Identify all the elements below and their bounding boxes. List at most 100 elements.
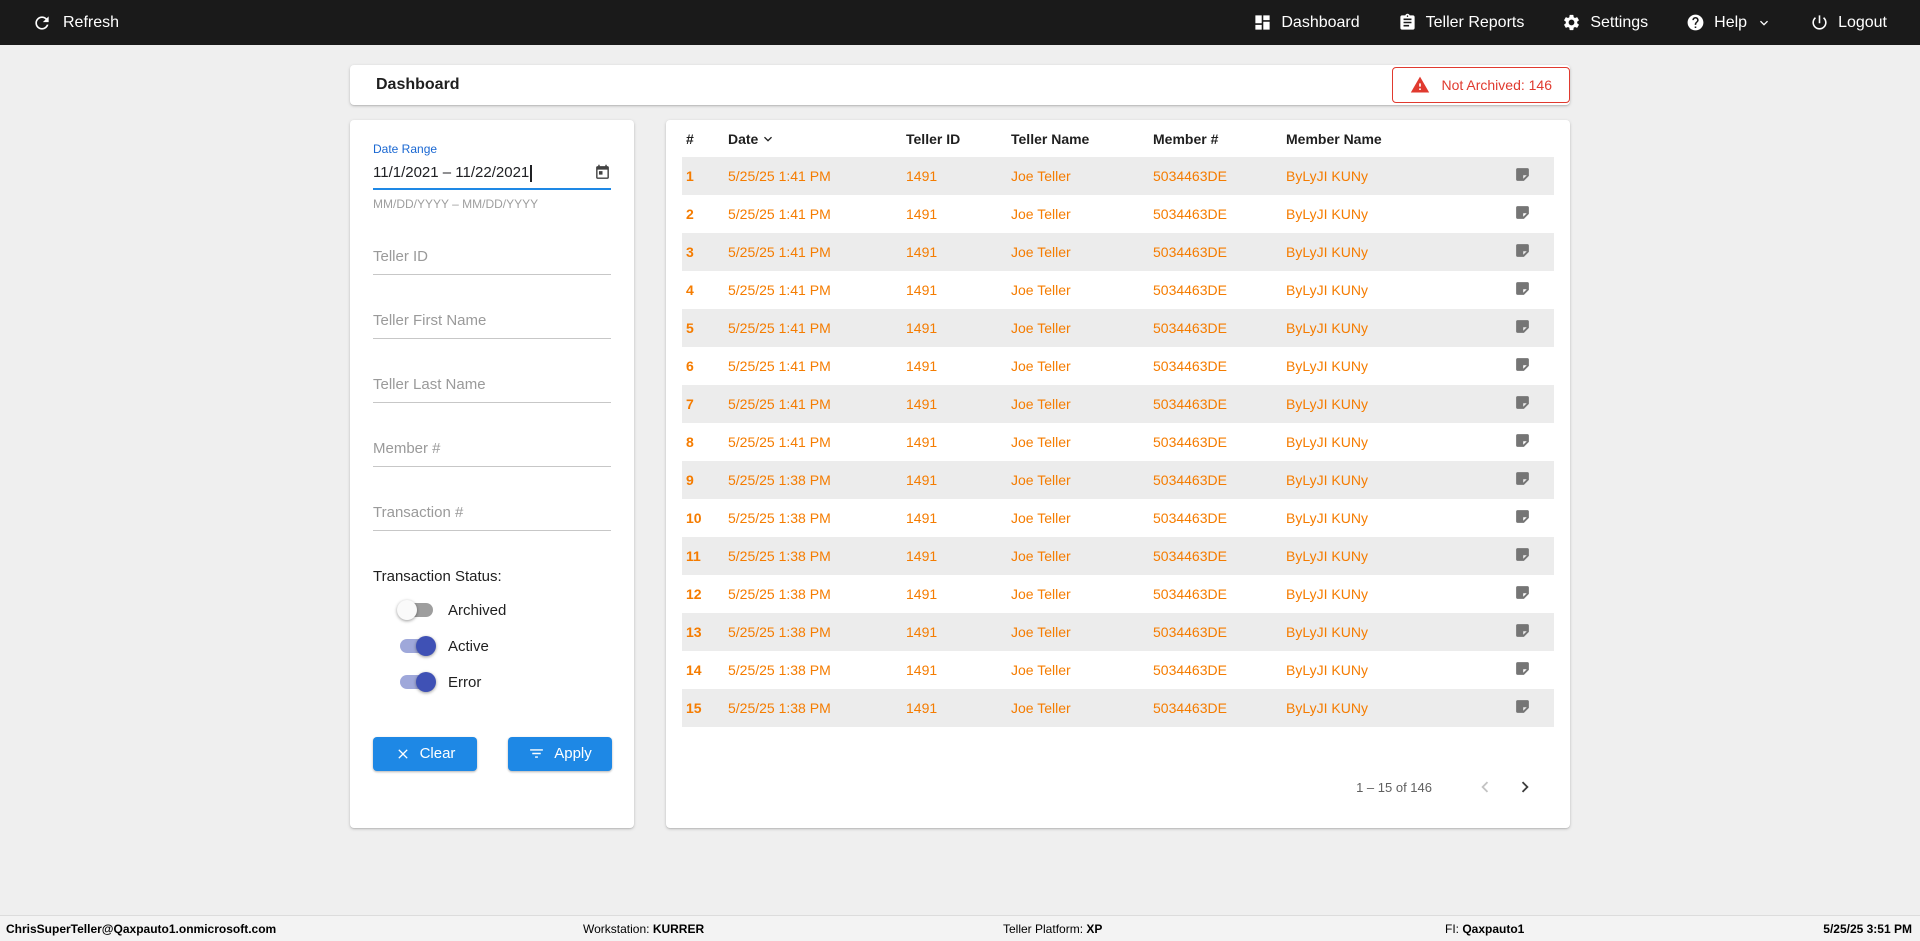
transaction-number-input[interactable] xyxy=(373,499,611,531)
page-title: Dashboard xyxy=(376,76,460,93)
row-teller-name-cell: Joe Teller xyxy=(1011,510,1071,526)
note-icon[interactable] xyxy=(1514,280,1531,297)
teller-first-name-input[interactable] xyxy=(373,307,611,339)
table-row[interactable]: 8 5/25/25 1:41 PM 1491 Joe Teller 503446… xyxy=(682,423,1554,461)
teller-id-input[interactable] xyxy=(373,243,611,275)
toggle-list: Archived Active Error xyxy=(373,600,611,693)
column-header-date[interactable]: Date xyxy=(724,120,902,157)
row-date-cell: 5/25/25 1:41 PM xyxy=(728,282,831,298)
table-row[interactable]: 5 5/25/25 1:41 PM 1491 Joe Teller 503446… xyxy=(682,309,1554,347)
table-row[interactable]: 11 5/25/25 1:38 PM 1491 Joe Teller 50344… xyxy=(682,537,1554,575)
note-icon[interactable] xyxy=(1514,584,1531,601)
note-icon[interactable] xyxy=(1514,508,1531,525)
toggle-switch[interactable] xyxy=(397,600,433,621)
row-teller-id-cell: 1491 xyxy=(906,434,938,450)
row-number-cell: 6 xyxy=(686,358,694,374)
next-page-button[interactable] xyxy=(1510,772,1540,802)
table-row[interactable]: 1 5/25/25 1:41 PM 1491 Joe Teller 503446… xyxy=(682,157,1554,195)
note-icon[interactable] xyxy=(1514,470,1531,487)
nav-logout[interactable]: Logout xyxy=(1810,13,1887,32)
workstation-label: Workstation: xyxy=(583,921,650,936)
note-icon[interactable] xyxy=(1514,394,1531,411)
row-member-number-cell: 5034463DE xyxy=(1153,282,1227,298)
nav-teller-reports[interactable]: Teller Reports xyxy=(1398,13,1524,32)
column-header-teller-id: Teller ID xyxy=(906,130,961,147)
row-member-number-cell: 5034463DE xyxy=(1153,434,1227,450)
calendar-icon[interactable] xyxy=(594,164,611,181)
row-number-cell: 7 xyxy=(686,396,694,412)
row-number-cell: 3 xyxy=(686,244,694,260)
column-header-number: # xyxy=(686,130,694,147)
refresh-icon xyxy=(32,13,52,33)
row-teller-id-cell: 1491 xyxy=(906,358,938,374)
member-number-input[interactable] xyxy=(373,435,611,467)
table-row[interactable]: 9 5/25/25 1:38 PM 1491 Joe Teller 503446… xyxy=(682,461,1554,499)
toggle-switch[interactable] xyxy=(400,672,436,693)
row-date-cell: 5/25/25 1:41 PM xyxy=(728,244,831,260)
toggle-switch[interactable] xyxy=(400,636,436,657)
table-row[interactable]: 15 5/25/25 1:38 PM 1491 Joe Teller 50344… xyxy=(682,689,1554,727)
row-number-cell: 15 xyxy=(686,700,702,716)
row-member-name-cell: ByLyJI KUNy xyxy=(1286,510,1368,526)
workstation-value: KURRER xyxy=(652,921,705,936)
row-number-cell: 4 xyxy=(686,282,694,298)
nav-dashboard[interactable]: Dashboard xyxy=(1253,13,1360,32)
table-row[interactable]: 12 5/25/25 1:38 PM 1491 Joe Teller 50344… xyxy=(682,575,1554,613)
row-teller-id-cell: 1491 xyxy=(906,700,938,716)
sort-desc-icon xyxy=(760,131,776,147)
row-member-name-cell: ByLyJI KUNy xyxy=(1286,244,1368,260)
teller-last-name-input[interactable] xyxy=(373,371,611,403)
apply-button[interactable]: Apply xyxy=(508,736,612,771)
note-icon[interactable] xyxy=(1514,546,1531,563)
note-icon[interactable] xyxy=(1514,204,1531,221)
note-icon[interactable] xyxy=(1514,242,1531,259)
column-header-teller-name: Teller Name xyxy=(1011,130,1090,147)
row-teller-id-cell: 1491 xyxy=(906,320,938,336)
date-range-hint: MM/DD/YYYY – MM/DD/YYYY xyxy=(373,196,539,211)
table-row[interactable]: 10 5/25/25 1:38 PM 1491 Joe Teller 50344… xyxy=(682,499,1554,537)
toggle-thumb xyxy=(416,636,436,657)
previous-page-button[interactable] xyxy=(1470,772,1500,802)
note-icon[interactable] xyxy=(1514,432,1531,449)
row-teller-name-cell: Joe Teller xyxy=(1011,548,1071,564)
toggle-thumb xyxy=(416,672,436,693)
note-icon[interactable] xyxy=(1514,356,1531,373)
table-row[interactable]: 3 5/25/25 1:41 PM 1491 Joe Teller 503446… xyxy=(682,233,1554,271)
table-body: 1 5/25/25 1:41 PM 1491 Joe Teller 503446… xyxy=(682,157,1554,727)
fi-info: FI: Qaxpauto1 xyxy=(1445,922,1524,936)
transactions-table: # Date Teller ID Teller Name Member # Me… xyxy=(682,120,1554,727)
pagination-range-label: 1 – 15 of 146 xyxy=(1356,779,1432,795)
row-member-number-cell: 5034463DE xyxy=(1153,244,1227,260)
row-date-cell: 5/25/25 1:41 PM xyxy=(728,358,831,374)
note-icon[interactable] xyxy=(1514,660,1531,677)
row-teller-name-cell: Joe Teller xyxy=(1011,320,1071,336)
status-toggle-row: Active xyxy=(373,636,611,657)
table-row[interactable]: 13 5/25/25 1:38 PM 1491 Joe Teller 50344… xyxy=(682,613,1554,651)
row-member-name-cell: ByLyJI KUNy xyxy=(1286,206,1368,222)
table-row[interactable]: 2 5/25/25 1:41 PM 1491 Joe Teller 503446… xyxy=(682,195,1554,233)
table-row[interactable]: 14 5/25/25 1:38 PM 1491 Joe Teller 50344… xyxy=(682,651,1554,689)
table-row[interactable]: 7 5/25/25 1:41 PM 1491 Joe Teller 503446… xyxy=(682,385,1554,423)
row-teller-id-cell: 1491 xyxy=(906,472,938,488)
nav-help[interactable]: Help xyxy=(1686,13,1772,32)
clear-button-label: Clear xyxy=(419,745,456,763)
row-teller-id-cell: 1491 xyxy=(906,206,938,222)
row-teller-id-cell: 1491 xyxy=(906,548,938,564)
refresh-button[interactable]: Refresh xyxy=(32,13,119,33)
table-row[interactable]: 4 5/25/25 1:41 PM 1491 Joe Teller 503446… xyxy=(682,271,1554,309)
note-icon[interactable] xyxy=(1514,622,1531,639)
note-icon[interactable] xyxy=(1514,166,1531,183)
row-member-number-cell: 5034463DE xyxy=(1153,168,1227,184)
clear-button[interactable]: Clear xyxy=(373,736,477,771)
row-number-cell: 11 xyxy=(686,548,701,564)
row-teller-name-cell: Joe Teller xyxy=(1011,624,1071,640)
table-row[interactable]: 6 5/25/25 1:41 PM 1491 Joe Teller 503446… xyxy=(682,347,1554,385)
chevron-left-icon xyxy=(1474,776,1496,798)
note-icon[interactable] xyxy=(1514,318,1531,335)
row-date-cell: 5/25/25 1:38 PM xyxy=(728,548,831,564)
row-member-name-cell: ByLyJI KUNy xyxy=(1286,396,1368,412)
nav-settings[interactable]: Settings xyxy=(1562,13,1648,32)
date-range-input[interactable]: 11/1/2021 – 11/22/2021 xyxy=(373,164,611,190)
not-archived-badge[interactable]: Not Archived: 146 xyxy=(1392,67,1570,103)
note-icon[interactable] xyxy=(1514,698,1531,715)
